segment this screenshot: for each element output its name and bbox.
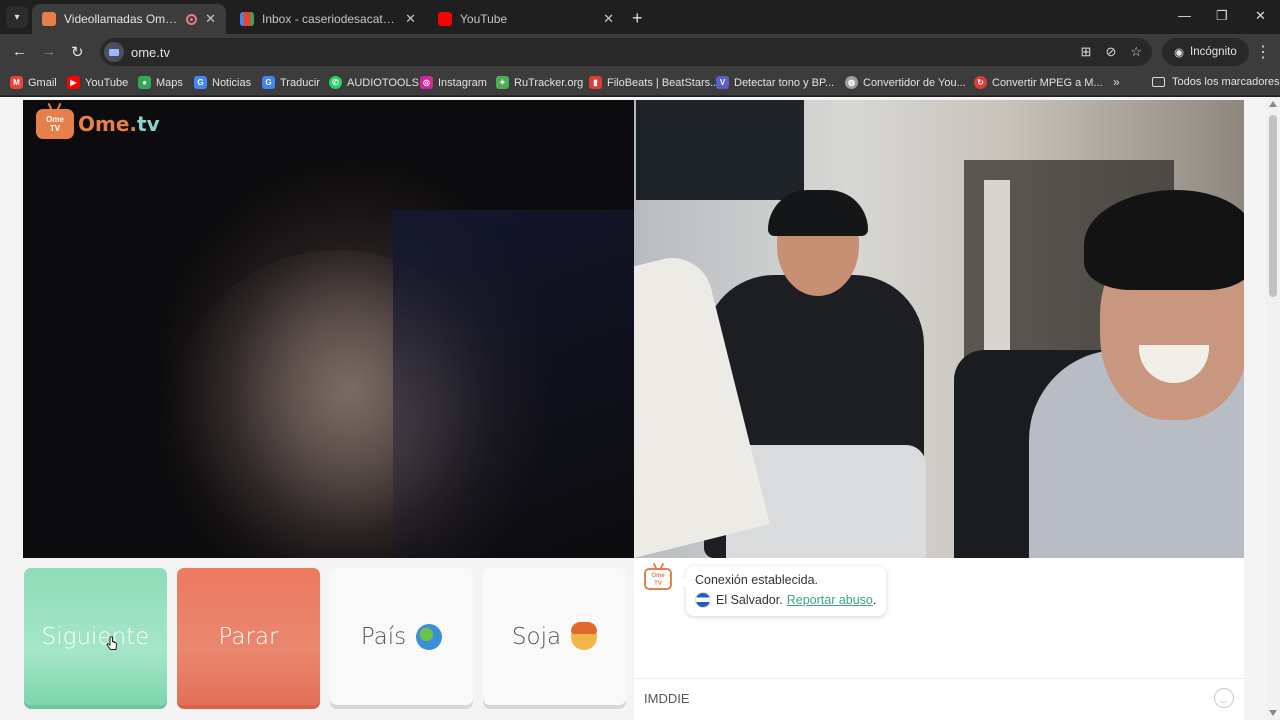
filobeats-icon: ▮ — [589, 76, 602, 89]
country-button[interactable]: País — [330, 568, 473, 705]
globe-icon: ◍ — [845, 76, 858, 89]
scroll-thumb[interactable] — [1269, 115, 1277, 297]
remote-video — [634, 100, 1244, 558]
forward-button[interactable]: → — [41, 43, 56, 60]
minimize-button[interactable]: — — [1178, 8, 1191, 23]
translate-icon[interactable]: ⊞ — [1081, 44, 1092, 60]
bookmark-filobeats[interactable]: ▮ FiloBeats | BeatStars... — [589, 76, 719, 89]
youtube-icon — [438, 12, 452, 26]
site-info-icon[interactable] — [104, 42, 124, 62]
eye-off-icon[interactable]: ⊘ — [1105, 44, 1116, 60]
bookmark-traducir[interactable]: G Traducir — [262, 76, 320, 89]
close-icon[interactable]: ✕ — [405, 11, 416, 27]
maximize-button[interactable]: ❐ — [1216, 8, 1228, 24]
globe-icon — [416, 623, 443, 650]
scroll-down-icon[interactable] — [1269, 710, 1277, 716]
address-bar[interactable]: ome.tv ⊞ ⊘ ☆ — [100, 38, 1152, 66]
bookmark-rutracker[interactable]: ✦ RuTracker.org — [496, 76, 583, 89]
stop-button[interactable]: Parar — [177, 568, 320, 705]
folder-icon — [1152, 77, 1165, 87]
next-label: Siguiente — [41, 623, 150, 650]
close-icon[interactable]: ✕ — [603, 11, 614, 27]
bookmarks-bar: M Gmail ▶ YouTube ● Maps G Noticias G Traduci… — [0, 70, 1280, 96]
report-abuse-link[interactable]: Reportar abuso — [787, 593, 873, 607]
bookmark-noticias[interactable]: G Noticias — [194, 76, 251, 89]
incognito-label: Incógnito — [1190, 46, 1237, 58]
bookmark-youtube[interactable]: ▶ YouTube — [67, 76, 128, 89]
tab-ometv[interactable]: Videollamadas OmeTV — A ✕ — [32, 4, 226, 34]
tab-gmail[interactable]: Inbox - caseriodesacato@gmail ✕ — [230, 4, 426, 34]
tab-title: Inbox - caseriodesacato@gmail — [262, 12, 397, 26]
convert-icon: ↻ — [974, 76, 987, 89]
stop-label: Parar — [218, 623, 279, 650]
tab-strip: ▾ Videollamadas OmeTV — A ✕ Inbox - case… — [0, 0, 1280, 34]
boy-face-icon — [571, 621, 598, 650]
close-icon[interactable]: ✕ — [205, 11, 216, 27]
chat-input[interactable]: IMDDIE — [634, 678, 1244, 718]
chevron-double-right-icon[interactable]: » — [1113, 75, 1120, 89]
gmail-icon — [240, 12, 254, 26]
emoji-icon[interactable] — [1214, 688, 1234, 708]
hand-cursor-icon — [106, 636, 118, 650]
bookmark-convertir-mpeg[interactable]: ↻ Convertir MPEG a M... — [974, 76, 1103, 89]
maps-icon: ● — [138, 76, 151, 89]
all-bookmarks-folder[interactable]: Todos los marcadores — [1152, 76, 1280, 88]
tab-youtube[interactable]: YouTube ✕ — [428, 4, 624, 34]
tab-title: YouTube — [460, 12, 508, 26]
next-button[interactable]: Siguiente — [24, 568, 167, 705]
url-text: ome.tv — [131, 44, 171, 60]
bookmark-maps[interactable]: ● Maps — [138, 76, 183, 89]
bookmark-convertidor[interactable]: ◍ Convertidor de You... — [845, 76, 966, 89]
gender-label: Soja — [511, 623, 562, 650]
connection-status: Conexión establecida. — [695, 573, 818, 587]
scroll-up-icon[interactable] — [1269, 101, 1277, 107]
gender-button[interactable]: Soja — [483, 568, 626, 705]
gmail-icon: M — [10, 76, 23, 89]
bookmark-gmail[interactable]: M Gmail — [10, 76, 57, 89]
whatsapp-icon: ✆ — [329, 76, 342, 89]
logo-text: Ome.tv — [78, 112, 160, 136]
ometv-icon — [42, 12, 56, 26]
report-suffix: . — [872, 593, 877, 607]
close-window-button[interactable]: ✕ — [1255, 8, 1266, 24]
news-icon: G — [194, 76, 207, 89]
incognito-icon: ◉ — [1174, 47, 1185, 59]
bookmark-instagram[interactable]: ◎ Instagram — [420, 76, 487, 89]
el-salvador-flag-icon — [695, 592, 711, 608]
country-label: País — [360, 623, 407, 650]
star-icon[interactable]: ☆ — [1130, 44, 1142, 60]
rutracker-icon: ✦ — [496, 76, 509, 89]
tv-icon: Ome TV — [36, 109, 74, 139]
instagram-icon: ◎ — [420, 76, 433, 89]
reload-button[interactable]: ↻ — [71, 43, 84, 61]
back-button[interactable]: ← — [12, 43, 27, 60]
page-content: Ome TV Ome.tv Siguiente Parar País Soja — [0, 97, 1280, 720]
incognito-badge[interactable]: ◉ Incógnito — [1162, 38, 1249, 66]
page-scrollbar[interactable] — [1266, 97, 1280, 720]
bookmark-audiotools[interactable]: ✆ AUDIOTOOLS — [329, 76, 419, 89]
system-message: Conexión establecida. El Salvador. Repor… — [679, 566, 886, 616]
translate-icon: G — [262, 76, 275, 89]
chat-input-value: IMDDIE — [644, 691, 690, 706]
v-icon: V — [716, 76, 729, 89]
menu-icon[interactable]: ⋮ — [1255, 42, 1271, 62]
tab-search-button[interactable]: ▾ — [6, 6, 28, 28]
partner-country: El Salvador. — [716, 593, 783, 607]
local-video: Ome TV Ome.tv — [23, 100, 634, 558]
tab-title: Videollamadas OmeTV — A — [64, 12, 180, 26]
browser-toolbar: ← → ↻ ome.tv ⊞ ⊘ ☆ ◉ Incógnito ⋮ — [0, 34, 1280, 70]
ometv-icon: Ome TV — [644, 568, 672, 590]
recording-icon — [186, 13, 198, 25]
youtube-icon: ▶ — [67, 76, 80, 89]
chat-panel: Ome TV Conexión establecida. El Salvador… — [634, 558, 1244, 720]
ometv-logo[interactable]: Ome TV Ome.tv — [36, 109, 160, 139]
new-tab-button[interactable]: + — [632, 8, 643, 29]
bookmark-detectar-tono[interactable]: V Detectar tono y BP... — [716, 76, 834, 89]
